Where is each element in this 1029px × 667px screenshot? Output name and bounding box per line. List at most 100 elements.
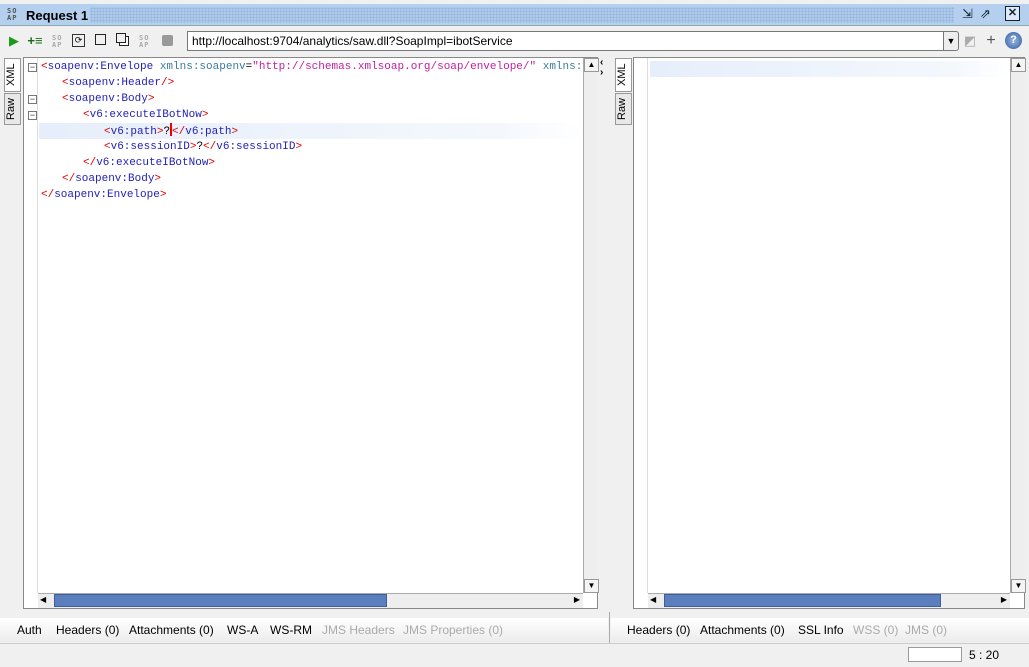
scroll-up-icon[interactable]: ▲ [584, 58, 599, 72]
chevron-down-icon[interactable]: ▼ [943, 31, 959, 51]
code-line: </soapenv:Body> [39, 171, 583, 187]
vertical-scrollbar[interactable]: ▲ ▼ [583, 58, 599, 593]
tab-wss[interactable]: WSS (0) [853, 623, 898, 637]
code-token: > [208, 157, 216, 169]
tab-headers[interactable]: Headers (0) [627, 623, 690, 637]
horizontal-scrollbar[interactable]: ◀ ▶ [38, 593, 583, 608]
fold-toggle-icon[interactable]: − [28, 63, 37, 72]
add-icon[interactable]: + [983, 33, 999, 49]
code-token: > [231, 126, 239, 138]
code-token: v6:path [110, 126, 157, 138]
response-editor[interactable]: ▲ ▼ ◀ ▶ [633, 57, 1026, 609]
code-token: </ [83, 157, 97, 169]
refresh-icon[interactable]: ⟳ [72, 34, 85, 47]
code-token: soapenv:Envelope [47, 61, 160, 73]
code-token: > [201, 109, 209, 121]
tab-attachments[interactable]: Attachments (0) [700, 623, 785, 637]
close-icon[interactable]: ✕ [1005, 6, 1020, 21]
code-token: < [83, 109, 90, 121]
soap-disabled-icon-2[interactable]: SO AP [139, 35, 149, 49]
cursor-position: 5 : 20 [969, 648, 1000, 662]
code-token: "http://schemas.xmlsoap.org/soap/envelop… [252, 61, 537, 73]
code-token: </ [203, 141, 217, 153]
run-icon[interactable]: ▶ [6, 33, 22, 49]
scroll-right-icon[interactable]: ▶ [574, 595, 580, 604]
code-token: xmlns:soapenv [159, 61, 246, 73]
help-icon[interactable]: ? [1005, 32, 1022, 49]
code-token: /> [161, 77, 175, 89]
fold-toggle-icon[interactable]: − [28, 95, 37, 104]
request-editor[interactable]: − − − <soapenv:Envelope xmlns:soapenv="h… [23, 57, 599, 609]
restore-icon[interactable]: ⇲ [962, 6, 977, 22]
code-line: <v6:path>? </v6:path> [39, 123, 583, 139]
code-token: v6:path [185, 126, 232, 138]
code-token: </ [172, 126, 186, 138]
request-xml-code[interactable]: <soapenv:Envelope xmlns:soapenv="http://… [39, 59, 583, 592]
tab-jms[interactable]: JMS (0) [905, 623, 947, 637]
code-token: v6:sessionID [216, 141, 296, 153]
code-token: ? [163, 126, 171, 138]
scroll-right-icon[interactable]: ▶ [1001, 595, 1007, 604]
request-bottom-tabs: Auth Headers (0) Attachments (0) WS-A WS-RM J… [0, 618, 608, 642]
fold-toggle-icon[interactable]: − [28, 111, 37, 120]
stop-icon[interactable] [162, 35, 173, 46]
code-token: </ [62, 173, 76, 185]
code-line: <soapenv:Header/> [39, 75, 583, 91]
code-token: < [104, 141, 111, 153]
code-token: > [295, 141, 303, 153]
scroll-left-icon[interactable]: ◀ [40, 595, 46, 604]
tab-ws-rm[interactable]: WS-RM [270, 623, 312, 637]
code-token: < [62, 77, 69, 89]
tab-ws-a[interactable]: WS-A [227, 623, 258, 637]
maximize-icon[interactable]: ⇗ [980, 6, 995, 22]
clone-icon[interactable] [116, 33, 126, 43]
code-token: v6:executeIBotNow [96, 157, 209, 169]
code-line: </v6:executeIBotNow> [39, 155, 583, 171]
code-token: </ [41, 189, 55, 201]
code-token: v6:executeIBotNow [89, 109, 202, 121]
code-token: > [159, 189, 167, 201]
progress-field [908, 647, 962, 662]
scroll-thumb[interactable] [54, 594, 387, 607]
code-line: <soapenv:Envelope xmlns:soapenv="http://… [39, 59, 583, 75]
code-token: < [62, 93, 69, 105]
code-line: <v6:sessionID>?</v6:sessionID> [39, 139, 583, 155]
tab-raw-request[interactable]: Raw [4, 93, 21, 125]
scroll-down-icon[interactable]: ▼ [584, 579, 599, 593]
title-pattern [90, 7, 954, 23]
edit-endpoint-icon[interactable]: ◩ [962, 33, 978, 49]
code-token: soapenv:Header [68, 77, 162, 89]
code-token: soapenv:Body [68, 93, 148, 105]
tab-headers[interactable]: Headers (0) [56, 623, 119, 637]
scroll-down-icon[interactable]: ▼ [1011, 579, 1026, 593]
square-icon[interactable] [95, 34, 106, 45]
tab-xml-request[interactable]: XML [4, 58, 21, 92]
tab-ssl-info[interactable]: SSL Info [798, 623, 844, 637]
tab-xml-response[interactable]: XML [615, 58, 632, 92]
tab-jms-headers[interactable]: JMS Headers [322, 623, 395, 637]
tab-raw-response[interactable]: Raw [615, 93, 632, 125]
endpoint-url-input[interactable]: http://localhost:9704/analytics/saw.dll?… [187, 31, 944, 51]
soap-disabled-icon[interactable]: SO AP [52, 35, 62, 49]
vertical-scrollbar[interactable]: ▲ ▼ [1010, 58, 1026, 593]
add-step-icon[interactable]: +≡ [27, 33, 43, 49]
horizontal-scrollbar[interactable]: ◀ ▶ [648, 593, 1010, 608]
tab-auth[interactable]: Auth [17, 623, 42, 637]
code-token: soapenv:Body [75, 173, 155, 185]
tab-attachments[interactable]: Attachments (0) [129, 623, 214, 637]
code-token: v6:sessionID [110, 141, 190, 153]
tab-jms-properties[interactable]: JMS Properties (0) [403, 623, 503, 637]
response-bottom-tabs: Headers (0) Attachments (0) SSL Info WSS (0… [611, 618, 1029, 642]
code-line: <v6:executeIBotNow> [39, 107, 583, 123]
scroll-up-icon[interactable]: ▲ [1011, 58, 1026, 72]
current-line [650, 61, 1010, 77]
soap-icon: SO AP [7, 7, 18, 22]
toolbar: ▶ +≡ SO AP ⟳ SO AP http://localhost:9704/a… [0, 28, 1029, 54]
divider [609, 612, 610, 644]
fold-gutter: − − − [24, 58, 38, 593]
scroll-thumb[interactable] [664, 594, 941, 607]
splitter-collapse-icon[interactable]: ‹ › [600, 58, 603, 78]
code-line: </soapenv:Envelope> [39, 187, 583, 203]
scroll-left-icon[interactable]: ◀ [650, 595, 656, 604]
code-token: soapenv:Envelope [54, 189, 160, 201]
